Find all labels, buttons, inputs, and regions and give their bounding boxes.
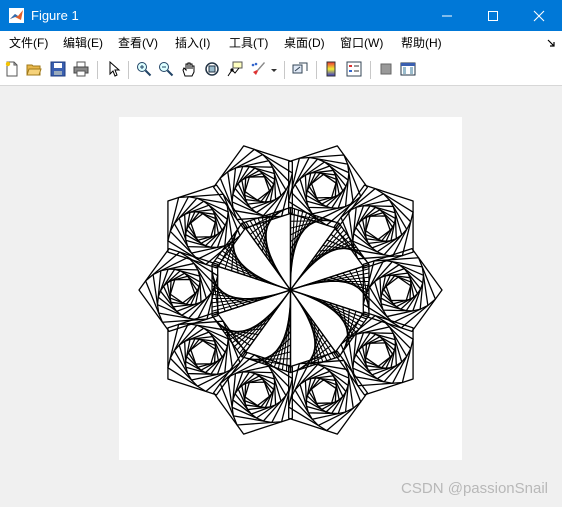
menu-edit[interactable]: 编辑(E) bbox=[63, 35, 103, 51]
fan-line bbox=[226, 322, 267, 337]
data-cursor-icon bbox=[227, 61, 243, 77]
menu-help[interactable]: 帮助(H) bbox=[401, 35, 442, 51]
spiral-pentagon bbox=[362, 257, 437, 329]
zoom-out-button[interactable] bbox=[157, 60, 175, 78]
close-button[interactable] bbox=[516, 0, 562, 31]
maximize-button[interactable] bbox=[470, 0, 516, 31]
toolbar-separator bbox=[128, 61, 129, 79]
brush-button[interactable] bbox=[249, 60, 267, 78]
rotate-3d-icon bbox=[205, 62, 219, 76]
spiral-pentagon bbox=[144, 251, 219, 323]
maximize-icon bbox=[488, 11, 498, 21]
menubar-overflow-icon[interactable] bbox=[547, 39, 556, 48]
toolbar bbox=[0, 55, 562, 86]
close-icon bbox=[533, 10, 545, 22]
figure-canvas[interactable]: CSDN @passionSnail bbox=[0, 86, 562, 507]
show-plot-tools-button[interactable] bbox=[399, 60, 417, 78]
matlab-icon bbox=[9, 8, 24, 23]
data-cursor-button[interactable] bbox=[226, 60, 244, 78]
new-figure-icon bbox=[5, 61, 18, 77]
menu-insert[interactable]: 插入(I) bbox=[175, 35, 210, 51]
print-icon bbox=[73, 61, 89, 77]
zoom-in-icon bbox=[137, 62, 152, 77]
pan-icon bbox=[182, 62, 195, 77]
brush-icon bbox=[251, 62, 265, 75]
fan-line bbox=[314, 243, 355, 258]
new-figure-button[interactable] bbox=[3, 60, 21, 78]
save-button[interactable] bbox=[49, 60, 67, 78]
title-bar: Figure 1 bbox=[0, 0, 562, 31]
insert-legend-button[interactable] bbox=[345, 60, 363, 78]
insert-colorbar-icon bbox=[326, 61, 336, 77]
edit-plot-icon bbox=[109, 61, 121, 77]
brush-dropdown-icon bbox=[271, 69, 277, 72]
toolbar-separator bbox=[370, 61, 371, 79]
menu-view[interactable]: 查看(V) bbox=[118, 35, 158, 51]
minimize-button[interactable] bbox=[424, 0, 470, 31]
brush-dropdown-button[interactable] bbox=[269, 60, 279, 78]
menu-tools[interactable]: 工具(T) bbox=[229, 35, 268, 51]
zoom-in-button[interactable] bbox=[135, 60, 153, 78]
menu-bar: 文件(F) 编辑(E) 查看(V) 插入(I) 工具(T) 桌面(D) 窗口(W… bbox=[0, 31, 562, 55]
pan-button[interactable] bbox=[180, 60, 198, 78]
edit-plot-button[interactable] bbox=[105, 60, 123, 78]
insert-legend-icon bbox=[346, 61, 362, 77]
spiral-pentagon bbox=[288, 359, 362, 432]
geometric-mandala-plot bbox=[138, 145, 443, 435]
plot-axes[interactable] bbox=[119, 117, 462, 460]
save-icon bbox=[50, 61, 66, 77]
hide-plot-tools-button[interactable] bbox=[377, 60, 395, 78]
link-plot-button[interactable] bbox=[291, 60, 309, 78]
open-file-button[interactable] bbox=[25, 60, 43, 78]
link-plot-icon bbox=[292, 62, 308, 74]
hide-plot-tools-icon bbox=[380, 63, 392, 75]
spiral-pentagon bbox=[288, 154, 362, 226]
menu-file[interactable]: 文件(F) bbox=[9, 35, 48, 51]
toolbar-separator bbox=[316, 61, 317, 79]
menu-desktop[interactable]: 桌面(D) bbox=[284, 35, 325, 51]
toolbar-separator bbox=[97, 61, 98, 79]
spiral-pentagon bbox=[219, 148, 293, 221]
zoom-out-icon bbox=[159, 62, 174, 77]
toolbar-separator bbox=[284, 61, 285, 79]
window-title: Figure 1 bbox=[31, 8, 79, 23]
open-file-icon bbox=[26, 64, 42, 76]
show-plot-tools-icon bbox=[400, 62, 416, 76]
insert-colorbar-button[interactable] bbox=[322, 60, 340, 78]
watermark-text: CSDN @passionSnail bbox=[401, 480, 548, 497]
print-button[interactable] bbox=[72, 60, 90, 78]
minimize-icon bbox=[442, 15, 452, 17]
menu-window[interactable]: 窗口(W) bbox=[340, 35, 383, 51]
rotate-3d-button[interactable] bbox=[203, 60, 221, 78]
spiral-pentagon bbox=[219, 354, 293, 426]
